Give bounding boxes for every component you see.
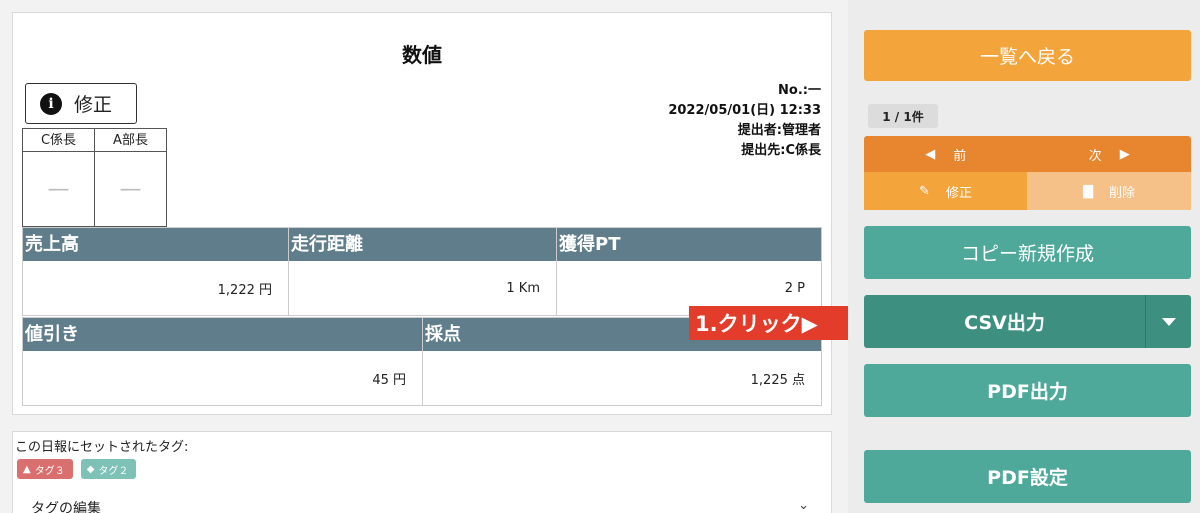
chevron-down-icon[interactable]: ⌄ — [798, 498, 809, 513]
report-datetime: 2022/05/01(日) 12:33 — [668, 103, 821, 118]
trash-icon: ▇ — [1082, 183, 1093, 199]
info-icon: i — [40, 92, 62, 115]
stat-label: 獲得PT — [557, 228, 821, 261]
warning-icon: ▲ — [23, 463, 31, 475]
tag-list: ▲ タグ３ ◆ タグ２ — [17, 459, 137, 479]
approval-column: A部長 — — [94, 128, 167, 227]
stat-discount: 値引き 45 円 — [22, 317, 422, 406]
report-recipient: 提出先:C係長 — [741, 143, 821, 158]
pager: ◀ 前 次 ▶ — [864, 136, 1191, 172]
copy-new-button[interactable]: コピー新規作成 — [864, 226, 1191, 279]
stat-label: 走行距離 — [289, 228, 556, 261]
stat-distance: 走行距離 1 Km — [288, 227, 556, 316]
click-callout: 1.クリック▶ — [689, 306, 852, 340]
csv-export-group: CSV出力 — [864, 295, 1191, 348]
tags-label: この日報にセットされたタグ: — [15, 440, 189, 455]
edit-label: 修正 — [945, 185, 972, 201]
approval-table: C係長 — A部長 — — [22, 128, 167, 227]
approval-stamp: — — [47, 176, 70, 202]
tag-badge[interactable]: ▲ タグ３ — [17, 459, 73, 479]
pencil-icon: ✎ — [919, 183, 930, 199]
tag-name: タグ３ — [34, 465, 65, 477]
edit-button[interactable]: ✎ 修正 — [864, 172, 1027, 210]
stats-row: 売上高 1,222 円 走行距離 1 Km 獲得PT 2 P — [22, 227, 822, 316]
report-area: 数値 i 修正 No.:一 2022/05/01(日) 12:33 提出者:管理… — [0, 0, 852, 513]
approval-role: C係長 — [23, 129, 94, 152]
stat-value: 1 Km — [506, 280, 540, 296]
back-to-list-button[interactable]: 一覧へ戻る — [864, 30, 1191, 81]
tags-card: この日報にセットされたタグ: ▲ タグ３ ◆ タグ２ タグの編集 ⌄ — [12, 431, 832, 513]
caret-left-icon: ◀ — [925, 146, 936, 162]
tag-badge[interactable]: ◆ タグ２ — [80, 459, 137, 479]
pdf-export-button[interactable]: PDF出力 — [864, 364, 1191, 417]
pdf-settings-button[interactable]: PDF設定 — [864, 450, 1191, 503]
stat-label: 値引き — [23, 318, 422, 351]
report-card: 数値 i 修正 No.:一 2022/05/01(日) 12:33 提出者:管理… — [12, 12, 832, 415]
tag-icon: ◆ — [86, 463, 95, 475]
stat-label: 売上高 — [23, 228, 288, 261]
stat-sales: 売上高 1,222 円 — [22, 227, 288, 316]
tag-edit-toggle[interactable]: タグの編集 — [31, 498, 101, 513]
next-label: 次 — [1088, 148, 1102, 164]
approval-column: C係長 — — [22, 128, 95, 227]
approval-stamp: — — [119, 176, 142, 202]
caret-down-icon — [1161, 317, 1176, 326]
report-title: 数値 — [402, 43, 442, 67]
delete-label: 削除 — [1108, 185, 1135, 201]
delete-button[interactable]: ▇ 削除 — [1027, 172, 1191, 210]
next-button[interactable]: 次 ▶ — [1028, 136, 1192, 172]
csv-dropdown-button[interactable] — [1146, 295, 1191, 348]
stat-value: 45 円 — [372, 372, 406, 388]
prev-button[interactable]: ◀ 前 — [864, 136, 1028, 172]
stat-value: 1,222 円 — [217, 282, 272, 298]
edit-report-label: 修正 — [74, 94, 113, 116]
action-sidebar: 一覧へ戻る 1 / 1件 ◀ 前 次 ▶ ✎ 修正 ▇ 削除 コピー新規作成 C… — [848, 0, 1200, 513]
csv-export-button[interactable]: CSV出力 — [864, 295, 1146, 348]
stat-points: 獲得PT 2 P — [556, 227, 822, 316]
tag-name: タグ２ — [98, 465, 129, 477]
stat-value: 1,225 点 — [750, 372, 805, 388]
record-count: 1 / 1件 — [868, 104, 938, 128]
prev-label: 前 — [953, 148, 967, 164]
caret-right-icon: ▶ — [1119, 146, 1130, 162]
approval-role: A部長 — [95, 129, 166, 152]
edit-report-button[interactable]: i 修正 — [25, 83, 137, 124]
report-meta: No.:一 2022/05/01(日) 12:33 提出者:管理者 提出先:C係… — [668, 81, 821, 161]
record-actions: ✎ 修正 ▇ 削除 — [864, 172, 1191, 210]
report-number: No.:一 — [778, 83, 821, 98]
report-submitter: 提出者:管理者 — [737, 123, 821, 138]
